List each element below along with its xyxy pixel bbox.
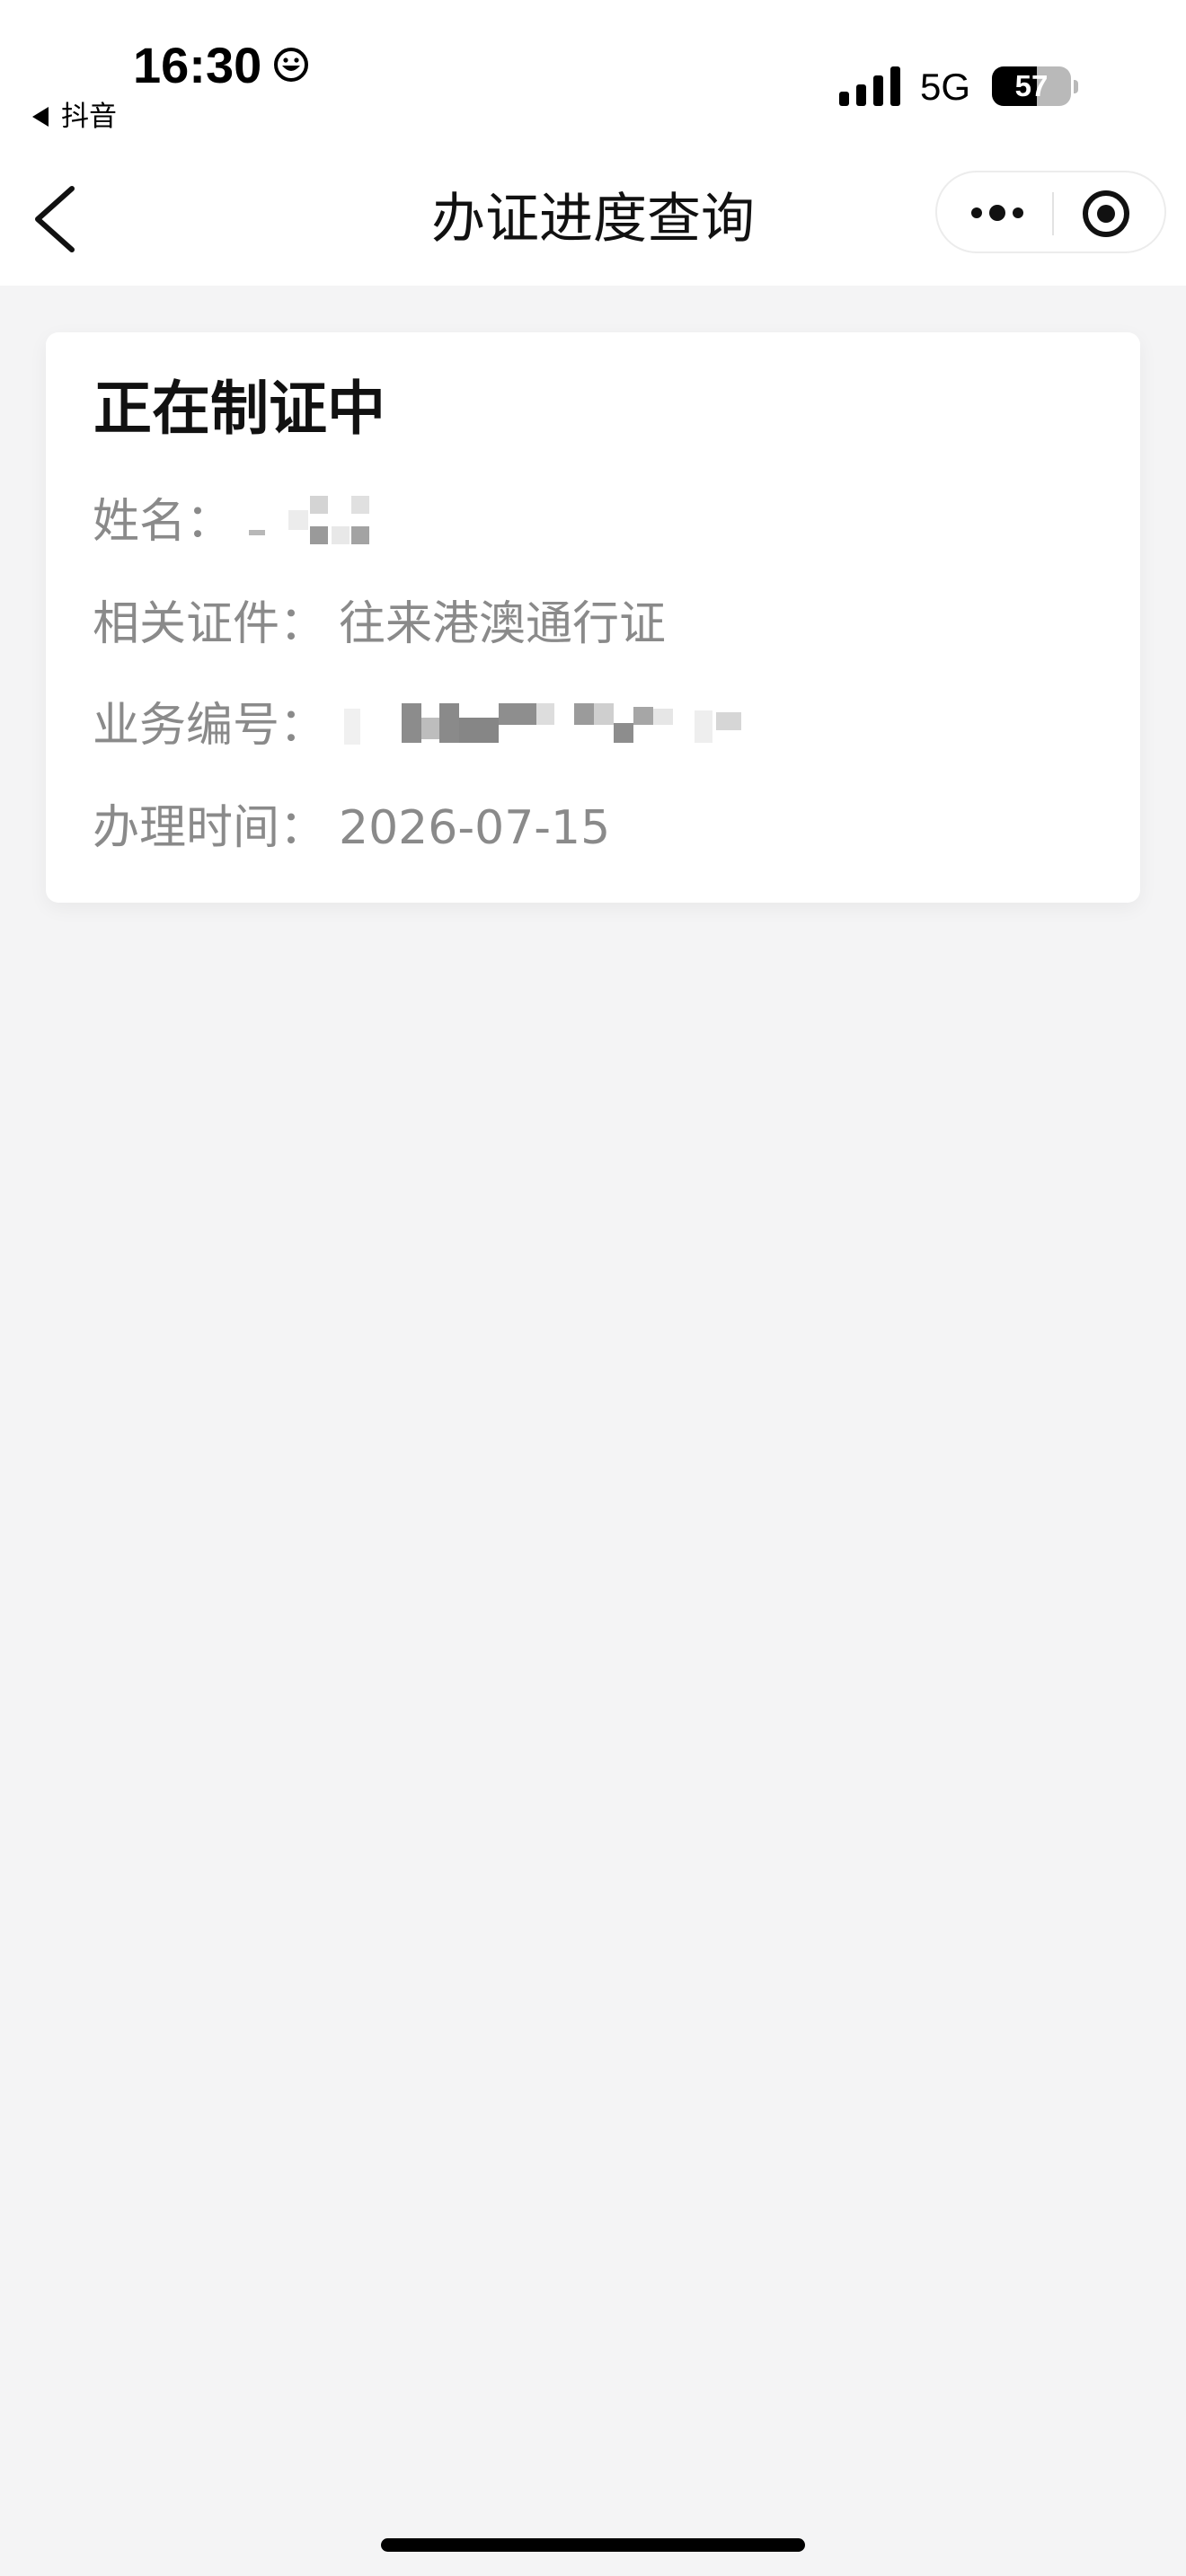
field-row-date: 办理时间： 2026-07-15	[93, 797, 610, 860]
more-dots-icon[interactable]	[966, 190, 1029, 235]
status-title: 正在制证中	[93, 375, 386, 443]
back-triangle-icon	[32, 107, 49, 127]
network-type: 5G	[920, 66, 971, 108]
page-title: 办证进度查询	[431, 188, 755, 251]
mini-program-capsule	[935, 171, 1166, 253]
field-value-date: 2026-07-15	[339, 801, 611, 855]
field-row-document: 相关证件： 往来港澳通行证	[93, 593, 666, 656]
battery-icon: 57	[992, 66, 1071, 106]
name-mosaic	[245, 490, 389, 553]
capsule-divider	[1052, 192, 1054, 235]
home-indicator	[381, 2538, 805, 2552]
field-label-date: 办理时间：	[93, 801, 327, 855]
back-to-app-button[interactable]: 抖音	[32, 99, 117, 135]
signal-bars-icon	[839, 66, 900, 106]
smiley-icon	[274, 48, 308, 82]
back-app-label: 抖音	[61, 101, 117, 133]
field-label-name: 姓名：	[93, 495, 234, 549]
battery-percent: 57	[1014, 69, 1049, 102]
field-label-document: 相关证件：	[93, 597, 327, 651]
status-time: 16:30	[133, 37, 262, 93]
chevron-left-icon[interactable]	[31, 181, 84, 253]
field-row-name: 姓名：	[93, 490, 389, 553]
target-circle-icon[interactable]	[1081, 189, 1131, 239]
progress-card: 正在制证中 姓名： 相关证件： 往来港澳通行证 业务编号： 办理时间： 2026…	[46, 332, 1140, 903]
business-number-mosaic	[339, 694, 761, 757]
field-value-document: 往来港澳通行证	[339, 597, 667, 651]
field-row-business-number: 业务编号：	[93, 694, 761, 757]
battery-cap	[1074, 80, 1078, 93]
field-label-business-number: 业务编号：	[93, 699, 327, 753]
